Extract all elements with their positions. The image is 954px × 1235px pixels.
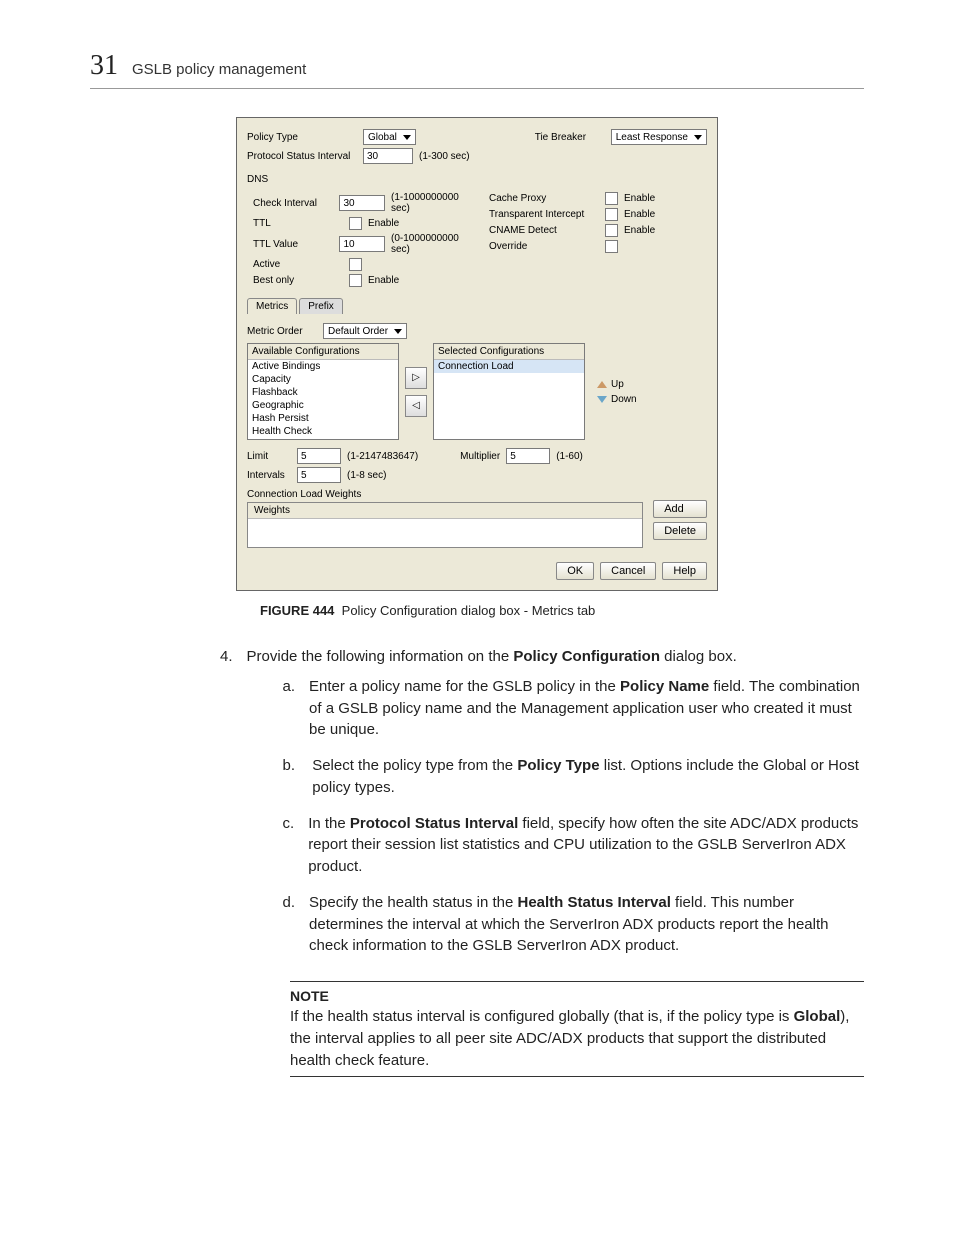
chevron-down-icon (394, 329, 402, 334)
override-checkbox[interactable] (605, 240, 618, 253)
triangle-up-icon (597, 381, 607, 388)
multiplier-input[interactable]: 5 (506, 448, 550, 464)
limit-label: Limit (247, 451, 291, 462)
triangle-down-icon (597, 396, 607, 403)
selected-configs-list[interactable]: Selected Configurations Connection Load (433, 343, 585, 440)
move-down-button[interactable]: Down (597, 394, 637, 405)
limit-input[interactable]: 5 (297, 448, 341, 464)
tie-breaker-select[interactable]: Least Response (611, 129, 707, 145)
move-left-button[interactable]: ◁ (405, 395, 427, 417)
override-label: Override (489, 241, 599, 252)
tab-prefix[interactable]: Prefix (299, 298, 343, 314)
cname-detect-label: CNAME Detect (489, 225, 599, 236)
help-button[interactable]: Help (662, 562, 707, 580)
weights-title: Connection Load Weights (247, 489, 707, 500)
chevron-down-icon (694, 135, 702, 140)
intervals-input[interactable]: 5 (297, 467, 341, 483)
note-heading: NOTE (290, 986, 864, 1006)
list-item[interactable]: Number of Session (248, 438, 398, 440)
ttl-value-label: TTL Value (253, 239, 333, 250)
add-button[interactable]: Add (653, 500, 707, 518)
note-block: NOTE If the health status interval is co… (290, 981, 864, 1077)
move-up-button[interactable]: Up (597, 379, 637, 390)
cname-detect-checkbox[interactable] (605, 224, 618, 237)
multiplier-label: Multiplier (460, 451, 500, 462)
list-item[interactable]: Connection Load (434, 360, 584, 373)
weights-table[interactable]: Weights (247, 502, 643, 548)
dns-section-label: DNS (247, 174, 707, 185)
list-item[interactable]: Health Check (248, 425, 398, 438)
tab-metrics[interactable]: Metrics (247, 298, 297, 314)
transparent-intercept-checkbox[interactable] (605, 208, 618, 221)
active-checkbox[interactable] (349, 258, 362, 271)
active-label: Active (253, 259, 343, 270)
cache-proxy-label: Cache Proxy (489, 193, 599, 204)
metric-order-label: Metric Order (247, 326, 317, 337)
move-right-button[interactable]: ▷ (405, 367, 427, 389)
policy-type-select[interactable]: Global (363, 129, 416, 145)
list-item[interactable]: Active Bindings (248, 360, 398, 373)
page-title: GSLB policy management (132, 61, 306, 78)
list-item[interactable]: Capacity (248, 373, 398, 386)
check-interval-input[interactable]: 30 (339, 195, 385, 211)
transparent-intercept-label: Transparent Intercept (489, 209, 599, 220)
policy-config-dialog: Policy Type Global Tie Breaker Least Res… (236, 117, 718, 591)
cancel-button[interactable]: Cancel (600, 562, 656, 580)
proto-status-interval-label: Protocol Status Interval (247, 151, 357, 162)
list-item[interactable]: Flashback (248, 386, 398, 399)
ttl-value-input[interactable]: 10 (339, 236, 385, 252)
figure-caption: FIGURE 444 Policy Configuration dialog b… (260, 603, 864, 618)
chevron-down-icon (403, 135, 411, 140)
best-only-label: Best only (253, 275, 343, 286)
intervals-label: Intervals (247, 470, 291, 481)
proto-status-interval-hint: (1-300 sec) (419, 151, 470, 162)
tie-breaker-label: Tie Breaker (535, 132, 605, 143)
step-number: 4. (220, 646, 233, 971)
ttl-checkbox[interactable] (349, 217, 362, 230)
cache-proxy-checkbox[interactable] (605, 192, 618, 205)
delete-button[interactable]: Delete (653, 522, 707, 540)
policy-type-label: Policy Type (247, 132, 357, 143)
metric-order-select[interactable]: Default Order (323, 323, 407, 339)
list-item[interactable]: Geographic (248, 399, 398, 412)
available-configs-list[interactable]: Available Configurations Active Bindings… (247, 343, 399, 440)
proto-status-interval-input[interactable]: 30 (363, 148, 413, 164)
list-item[interactable]: Hash Persist (248, 412, 398, 425)
best-only-checkbox[interactable] (349, 274, 362, 287)
ttl-label: TTL (253, 218, 343, 229)
page-number: 31 (90, 50, 118, 82)
page-header: 31 GSLB policy management (90, 50, 864, 89)
check-interval-label: Check Interval (253, 198, 333, 209)
ok-button[interactable]: OK (556, 562, 594, 580)
